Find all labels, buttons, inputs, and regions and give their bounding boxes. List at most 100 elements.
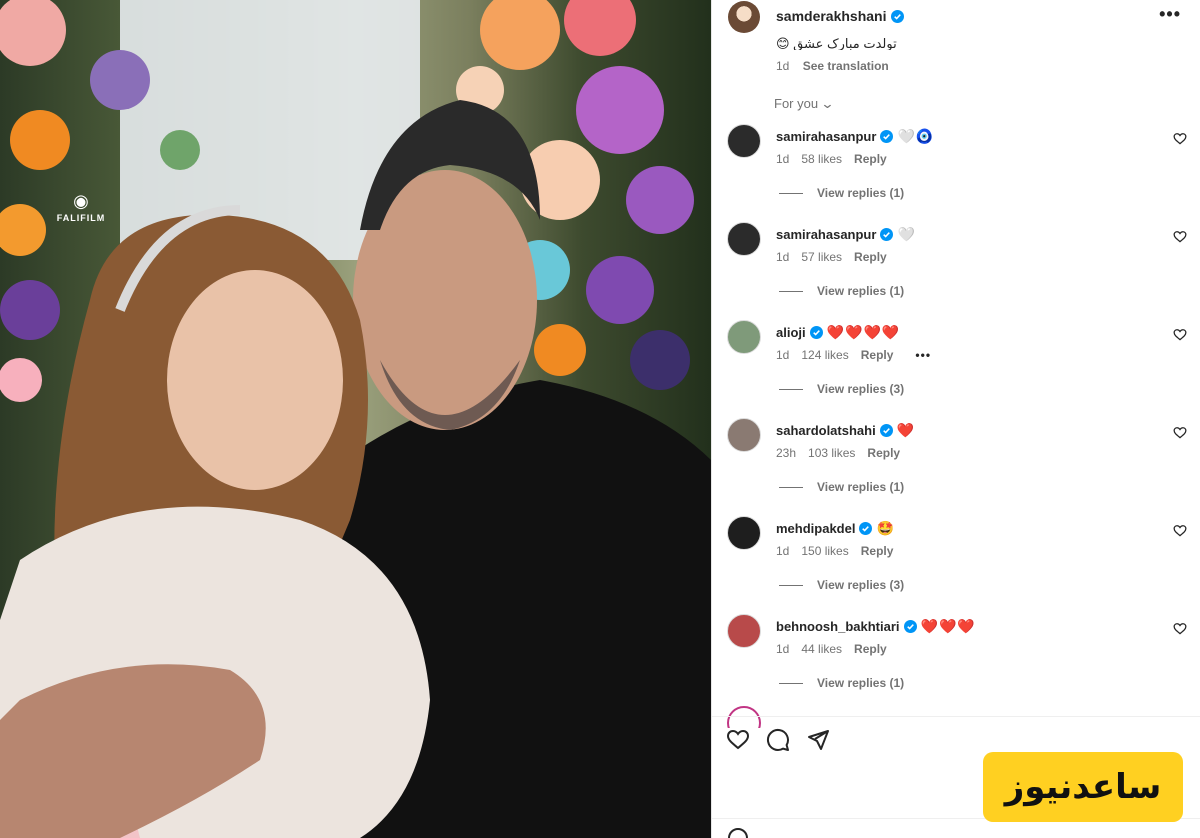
view-replies-text[interactable]: View replies (1) [817, 284, 904, 298]
reply-button[interactable]: Reply [854, 642, 887, 656]
like-heart-icon[interactable] [726, 728, 750, 752]
comment-text: ❤️❤️❤️ [920, 618, 976, 634]
comment-time: 1d [776, 250, 790, 264]
comment-username[interactable]: samirahasanpur 🤍 [776, 226, 916, 243]
comment-username-text[interactable]: alioji [776, 325, 806, 340]
comment-time: 23h [776, 446, 797, 460]
comment-likes[interactable]: 58 likes [801, 152, 842, 166]
comment-username-text[interactable]: sahardolatshahi [776, 423, 876, 438]
comment-avatar[interactable] [727, 124, 761, 158]
site-logo-text: ساعدنیوز [1004, 767, 1162, 807]
comment-avatar[interactable] [727, 418, 761, 452]
view-replies-button[interactable]: View replies (1) [779, 676, 904, 690]
caption-text: تولدت مبارک عشق 😊 [776, 36, 897, 50]
comment-time: 1d [776, 544, 790, 558]
comment-username[interactable]: alioji ❤️❤️❤️❤️ [776, 324, 900, 341]
verified-badge-icon [880, 228, 894, 241]
reply-button[interactable]: Reply [867, 446, 900, 460]
comments-filter-dropdown[interactable]: For you ⌄ [774, 96, 835, 112]
post-caption: تولدت مبارک عشق 😊 [776, 36, 1176, 50]
comment-like-heart-icon[interactable] [1173, 426, 1187, 440]
comment-username[interactable]: mehdipakdel 🤩 [776, 520, 895, 537]
photo-watermark: ◉ FALIFILM [50, 192, 112, 223]
site-logo-badge: ساعدنیوز [983, 752, 1183, 822]
reply-button[interactable]: Reply [854, 250, 887, 264]
comment-like-heart-icon[interactable] [1173, 328, 1187, 342]
caption-time: 1d [776, 59, 790, 73]
comment-username[interactable]: behnoosh_bakhtiari ❤️❤️❤️ [776, 618, 976, 635]
comment-meta: 23h 103 likes Reply [776, 446, 912, 460]
comment-meta: 1d 57 likes Reply [776, 250, 899, 264]
comment-username-text[interactable]: mehdipakdel [776, 521, 855, 536]
comment-username[interactable]: sahardolatshahi ❤️ [776, 422, 915, 439]
comment-row: sahardolatshahi ❤️ 23h 103 likes Reply View r… [712, 418, 1200, 516]
comment-likes[interactable]: 57 likes [801, 250, 842, 264]
comment-like-heart-icon[interactable] [1173, 132, 1187, 146]
comment-text: ❤️ [896, 422, 916, 438]
post-actions [726, 728, 876, 752]
replies-line [779, 389, 803, 391]
verified-badge-icon [903, 620, 917, 633]
verified-badge-icon [890, 10, 904, 23]
more-options-icon[interactable]: ••• [1159, 4, 1181, 25]
divider [712, 716, 1200, 717]
view-replies-text[interactable]: View replies (1) [817, 480, 904, 494]
comment-meta: 1d 44 likes Reply [776, 642, 899, 656]
comment-avatar[interactable] [727, 614, 761, 648]
comment-avatar[interactable] [727, 222, 761, 256]
author-avatar[interactable] [728, 1, 760, 33]
replies-line [779, 487, 803, 489]
comment-like-heart-icon[interactable] [1173, 622, 1187, 636]
comment-row: samirahasanpur 🤍 1d 57 likes Reply View repli… [712, 222, 1200, 320]
post-header: samderakhshani ••• [712, 0, 1200, 33]
see-translation-link[interactable]: See translation [803, 59, 889, 73]
replies-line [779, 193, 803, 195]
comment-likes[interactable]: 150 likes [801, 544, 848, 558]
verified-badge-icon [880, 130, 894, 143]
view-replies-button[interactable]: View replies (3) [779, 382, 904, 396]
chevron-down-icon[interactable]: ⌄ [820, 96, 834, 112]
reply-button[interactable]: Reply [861, 544, 894, 558]
replies-line [779, 291, 803, 293]
watermark-text: FALIFILM [56, 213, 106, 223]
view-replies-text[interactable]: View replies (3) [817, 382, 904, 396]
comment-likes[interactable]: 44 likes [801, 642, 842, 656]
comments-filter-label[interactable]: For you [774, 96, 818, 111]
comment-meta: 1d 58 likes Reply [776, 152, 899, 166]
view-replies-button[interactable]: View replies (1) [779, 284, 904, 298]
comment-username-text[interactable]: behnoosh_bakhtiari [776, 619, 900, 634]
comment-time: 1d [776, 642, 790, 656]
author-username[interactable]: samderakhshani [776, 8, 904, 24]
comment-bubble-icon[interactable] [766, 728, 790, 752]
view-replies-button[interactable]: View replies (1) [779, 480, 904, 494]
photo-illustration [0, 0, 711, 838]
comment-text: 🤩 [876, 520, 895, 536]
replies-line [779, 585, 803, 587]
comment-username[interactable]: samirahasanpur 🤍🧿 [776, 128, 934, 145]
share-send-icon[interactable] [806, 728, 830, 752]
comment-text: 🤍🧿 [897, 128, 935, 144]
post-photo[interactable]: ◉ FALIFILM [0, 0, 711, 838]
comment-like-heart-icon[interactable] [1173, 524, 1187, 538]
comment-likes[interactable]: 124 likes [801, 348, 848, 362]
comment-likes[interactable]: 103 likes [808, 446, 855, 460]
comment-avatar[interactable] [727, 320, 761, 354]
verified-badge-icon [859, 522, 873, 535]
view-replies-button[interactable]: View replies (1) [779, 186, 904, 200]
author-username-text[interactable]: samderakhshani [776, 8, 887, 24]
emoji-smile-icon[interactable] [728, 828, 748, 838]
reply-button[interactable]: Reply [861, 348, 894, 362]
comment-username-text[interactable]: samirahasanpur [776, 129, 876, 144]
comment-like-heart-icon[interactable] [1173, 230, 1187, 244]
view-replies-text[interactable]: View replies (1) [817, 186, 904, 200]
reply-button[interactable]: Reply [854, 152, 887, 166]
view-replies-text[interactable]: View replies (3) [817, 578, 904, 592]
comment-username-text[interactable]: samirahasanpur [776, 227, 876, 242]
camera-logo-icon: ◉ [73, 191, 89, 211]
comment-row: behnoosh_bakhtiari ❤️❤️❤️ 1d 44 likes Reply V… [712, 614, 1200, 712]
comment-avatar[interactable] [727, 516, 761, 550]
view-replies-button[interactable]: View replies (3) [779, 578, 904, 592]
view-replies-text[interactable]: View replies (1) [817, 676, 904, 690]
comment-text: 🤍 [897, 226, 916, 242]
comment-more-icon[interactable]: ••• [915, 348, 931, 362]
